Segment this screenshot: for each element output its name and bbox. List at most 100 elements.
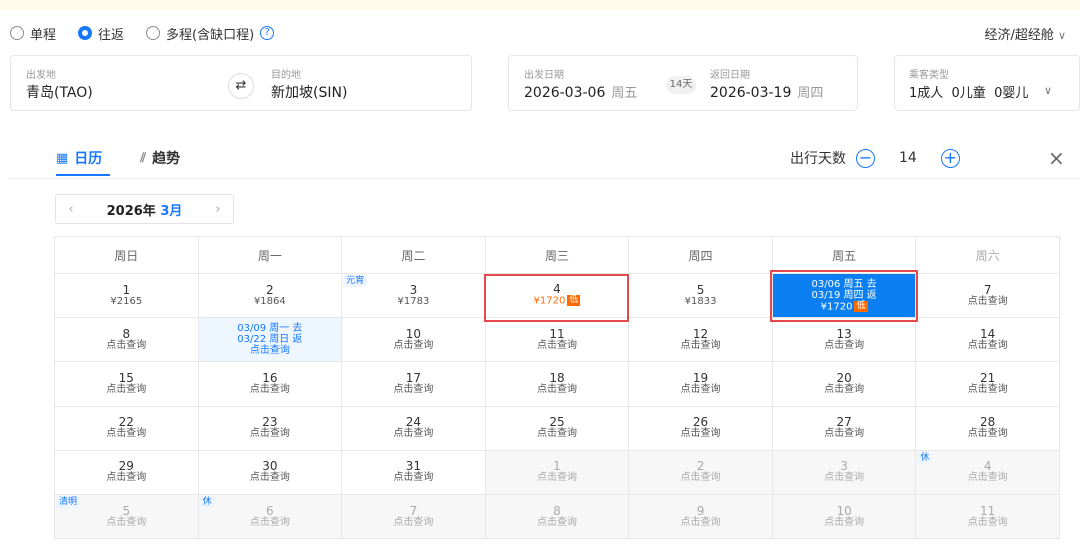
calendar-day-cell[interactable]: 27 点击查询: [771, 405, 917, 451]
increase-days-button[interactable]: +: [940, 148, 960, 168]
calendar-day-cell[interactable]: 13 点击查询: [771, 317, 917, 363]
chevron-down-icon: ∨: [1057, 29, 1066, 42]
from-field[interactable]: 青岛(TAO): [26, 82, 93, 102]
calendar-day-cell[interactable]: 20 点击查询: [771, 361, 917, 407]
trip-type-oneway[interactable]: 单程: [10, 24, 56, 43]
day-price: 点击查询: [629, 517, 772, 529]
day-price: ¥1720 低: [486, 295, 629, 308]
calendar-day-cell[interactable]: 21 点击查询: [915, 361, 1060, 407]
calendar-day-cell[interactable]: 30 点击查询: [197, 449, 343, 495]
calendar-day-cell[interactable]: 03/09 周一 去 03/22 周日 返点击查询: [197, 317, 343, 363]
decrease-days-button[interactable]: −: [856, 148, 875, 168]
calendar-day-cell[interactable]: 24 点击查询: [341, 405, 486, 451]
day-price: 点击查询: [199, 472, 342, 484]
calendar-day-cell[interactable]: 10 点击查询: [771, 493, 917, 540]
selected-trip-text: 03/06 周五 去: [811, 278, 877, 290]
depart-date: 2026-03-06: [524, 85, 606, 101]
range-trip-line: 03/09 周一 去: [237, 323, 303, 335]
calendar-day-cell[interactable]: 3 点击查询: [771, 449, 917, 495]
to-label: 目的地: [271, 70, 301, 81]
low-price-badge: 低: [854, 300, 868, 312]
trip-type-selector: 单程 往返 多程(含缺口程)?: [10, 24, 296, 43]
return-date-field[interactable]: 2026-03-19 周四: [710, 82, 823, 101]
passenger-value[interactable]: 1成人 0儿童 0婴儿: [909, 82, 1028, 101]
calendar-day-cell[interactable]: 14 点击查询: [915, 317, 1060, 363]
help-icon[interactable]: ?: [260, 26, 275, 40]
calendar-day-cell[interactable]: 1 ¥2165: [54, 272, 199, 319]
day-number: 25: [549, 415, 565, 430]
calendar-day-cell[interactable]: 29 点击查询: [54, 449, 199, 495]
tab-trend-label: 趋势: [152, 151, 181, 167]
holiday-tag: 休: [199, 495, 215, 508]
calendar-day-cell[interactable]: 18 点击查询: [484, 361, 630, 407]
calendar-day-cell[interactable]: 23 点击查询: [197, 405, 343, 451]
day-price-text: 点击查询: [106, 383, 147, 395]
day-price-text: ¥1833: [684, 295, 717, 307]
calendar-day-cell[interactable]: 03/06 周五 去 03/19 周四 返 ¥1720 低: [771, 272, 917, 319]
calendar-day-cell[interactable]: 17 点击查询: [341, 361, 486, 407]
calendar-day-cell[interactable]: 28 点击查询: [915, 405, 1060, 451]
calendar-day-cell[interactable]: 9 点击查询: [628, 493, 773, 540]
calendar-day-cell[interactable]: 2 ¥1864: [197, 272, 343, 319]
calendar-day-cell[interactable]: 31 点击查询: [341, 449, 486, 495]
chevron-down-icon[interactable]: ∨: [1044, 84, 1052, 97]
calendar-day-cell[interactable]: 1 点击查询: [484, 449, 630, 495]
trip-type-roundtrip[interactable]: 往返: [78, 24, 124, 43]
calendar-day-cell[interactable]: 11 点击查询: [915, 493, 1060, 540]
close-icon[interactable]: ×: [1048, 146, 1065, 170]
next-month-button[interactable]: ›: [203, 202, 233, 217]
calendar-day-cell[interactable]: 22 点击查询: [54, 405, 199, 451]
calendar-day-cell[interactable]: 8 点击查询: [484, 493, 630, 540]
calendar-day-cell[interactable]: 11 点击查询: [484, 317, 630, 363]
radio-multi[interactable]: [146, 26, 161, 40]
day-price-text: 点击查询: [249, 516, 290, 528]
tab-trend[interactable]: ⫽ 趋势: [140, 146, 180, 170]
calendar-day-cell[interactable]: 2 点击查询: [628, 449, 773, 495]
calendar-day-cell[interactable]: 4 ¥1720 低: [484, 272, 630, 319]
day-price: 点击查询: [199, 517, 342, 529]
calendar-day-cell[interactable]: 休 6 点击查询: [197, 493, 343, 540]
cabin-class-dropdown[interactable]: 经济/超经舱 ∨: [985, 24, 1066, 43]
trip-type-multi[interactable]: 多程(含缺口程)?: [146, 24, 275, 43]
day-price-text: 点击查询: [106, 428, 147, 440]
day-price-text: ¥2165: [110, 295, 143, 307]
weekday-header: 周四: [628, 236, 773, 274]
tab-calendar[interactable]: ▦ 日历: [56, 146, 102, 170]
weekday-header: 周日: [54, 236, 199, 274]
calendar-day-cell[interactable]: 8 点击查询: [54, 317, 199, 363]
calendar-day-cell[interactable]: 16 点击查询: [197, 361, 343, 407]
depart-date-field[interactable]: 2026-03-06 周五: [524, 82, 637, 101]
day-price-text: 点击查询: [393, 472, 434, 484]
day-number: 4: [983, 459, 992, 474]
day-price: 点击查询: [629, 428, 772, 440]
day-number: 10: [405, 326, 422, 341]
calendar-day-cell[interactable]: 5 ¥1833: [628, 272, 773, 319]
radio-oneway[interactable]: [10, 26, 24, 40]
day-price: 点击查询: [199, 384, 342, 396]
day-price: ¥1864: [199, 296, 342, 308]
day-price-text: 点击查询: [967, 516, 1008, 528]
calendar-day-cell[interactable]: 15 点击查询: [54, 361, 199, 407]
calendar-day-cell[interactable]: 25 点击查询: [484, 405, 630, 451]
calendar-day-cell[interactable]: 7 点击查询: [341, 493, 486, 540]
selected-trip-text: 03/19 周四 返: [811, 289, 877, 301]
day-number: 2: [696, 459, 705, 474]
swap-icon[interactable]: ⇄: [228, 73, 254, 99]
calendar-day-cell[interactable]: 清明 5 点击查询: [54, 493, 199, 540]
day-price-text: 点击查询: [536, 516, 577, 528]
calendar-day-cell[interactable]: 元宵 3 ¥1783: [341, 272, 486, 319]
prev-month-button[interactable]: ‹: [56, 202, 86, 217]
day-price-text: 点击查询: [967, 339, 1008, 351]
radio-roundtrip[interactable]: [78, 26, 93, 40]
passenger-label: 乘客类型: [909, 70, 949, 81]
calendar-day-cell[interactable]: 12 点击查询: [628, 317, 773, 363]
day-price: 点击查询: [916, 517, 1059, 529]
to-field[interactable]: 新加坡(SIN): [271, 82, 347, 102]
calendar-day-cell[interactable]: 休 4 点击查询: [915, 449, 1060, 495]
calendar-day-cell[interactable]: 26 点击查询: [628, 405, 773, 451]
calendar-day-cell[interactable]: 7 点击查询: [915, 272, 1060, 319]
calendar-day-cell[interactable]: 10 点击查询: [341, 317, 486, 363]
day-price: 点击查询: [629, 384, 772, 396]
calendar-day-cell[interactable]: 19 点击查询: [628, 361, 773, 407]
selected-trip-line: 03/06 周五 去: [773, 279, 916, 290]
